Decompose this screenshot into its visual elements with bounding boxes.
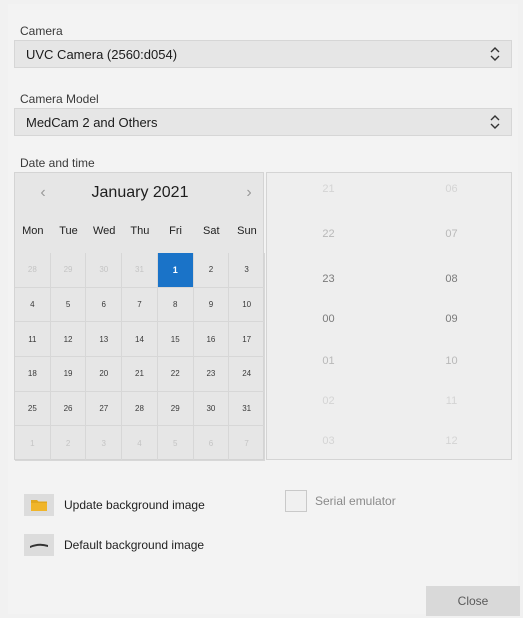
chevron-updown-icon — [490, 115, 500, 129]
default-background-label: Default background image — [64, 538, 205, 552]
hour-option[interactable]: 22 — [267, 228, 390, 240]
calendar-day[interactable]: 20 — [86, 357, 123, 392]
calendar-day[interactable]: 31 — [122, 253, 158, 288]
calendar: ‹ January 2021 › Mon Tue Wed Thu Fri Sat Sun 2… — [14, 172, 265, 461]
calendar-day[interactable]: 5 — [50, 287, 87, 323]
calendar-day[interactable]: 28 — [122, 391, 158, 427]
serial-emulator-label: Serial emulator — [315, 494, 396, 508]
hour-option[interactable]: 23 — [267, 273, 390, 285]
calendar-day[interactable]: 2 — [193, 253, 230, 288]
date-time-label: Date and time — [20, 156, 95, 170]
weekday-label: Fri — [169, 225, 182, 237]
calendar-day[interactable]: 4 — [122, 426, 158, 461]
folder-icon-box — [24, 494, 54, 516]
update-background-button[interactable]: Update background image — [24, 494, 205, 516]
calendar-day[interactable]: 6 — [86, 287, 123, 323]
image-strip-icon — [30, 543, 48, 548]
calendar-day[interactable]: 24 — [229, 357, 265, 392]
calendar-day[interactable]: 27 — [86, 391, 123, 427]
calendar-day[interactable]: 31 — [229, 391, 265, 427]
minute-option[interactable]: 08 — [390, 273, 511, 285]
calendar-day[interactable]: 16 — [193, 322, 230, 357]
calendar-day[interactable]: 29 — [157, 391, 194, 427]
calendar-header: ‹ January 2021 › — [15, 173, 265, 213]
calendar-day[interactable]: 10 — [229, 287, 265, 323]
calendar-day[interactable]: 12 — [50, 322, 87, 357]
hour-option[interactable]: 03 — [267, 435, 390, 447]
default-background-button[interactable]: Default background image — [24, 534, 204, 556]
weekday-label: Sat — [203, 225, 220, 237]
minute-column[interactable]: 06 07 08 09 10 11 12 — [390, 173, 511, 459]
day-grid: 28 29 30 31 1 2 3 4 5 6 7 8 9 10 11 12 13 14 15 16 17 18 19 20 2… — [15, 253, 265, 461]
folder-icon — [31, 500, 47, 511]
calendar-day[interactable]: 15 — [157, 322, 194, 357]
update-background-label: Update background image — [64, 498, 205, 512]
calendar-day[interactable]: 9 — [193, 287, 230, 323]
calendar-day[interactable]: 13 — [86, 322, 123, 357]
minute-option[interactable]: 07 — [390, 228, 511, 240]
image-icon-box — [24, 534, 54, 556]
calendar-day[interactable]: 30 — [86, 253, 123, 288]
chevron-left-icon: ‹ — [40, 184, 46, 201]
calendar-day[interactable]: 14 — [122, 322, 158, 357]
calendar-day[interactable]: 23 — [193, 357, 230, 392]
camera-label: Camera — [20, 24, 63, 38]
calendar-day[interactable]: 3 — [229, 253, 265, 288]
camera-model-select[interactable]: MedCam 2 and Others — [14, 108, 512, 136]
calendar-day[interactable]: 5 — [157, 426, 194, 461]
calendar-day[interactable]: 18 — [15, 357, 51, 392]
calendar-day[interactable]: 2 — [50, 426, 87, 461]
hour-option[interactable]: 21 — [267, 183, 390, 195]
calendar-day[interactable]: 4 — [15, 287, 51, 323]
camera-select[interactable]: UVC Camera (2560:d054) — [14, 40, 512, 68]
next-month-button[interactable]: › — [239, 183, 259, 203]
serial-emulator-checkbox[interactable] — [285, 490, 307, 512]
weekday-header: Mon Tue Wed Thu Fri Sat Sun — [15, 225, 265, 243]
minute-option[interactable]: 11 — [390, 395, 511, 407]
calendar-day[interactable]: 7 — [229, 426, 265, 461]
chevron-right-icon: › — [246, 184, 252, 201]
calendar-day[interactable]: 11 — [15, 322, 51, 357]
calendar-day[interactable]: 22 — [157, 357, 194, 392]
close-button[interactable]: Close — [426, 586, 520, 616]
calendar-day[interactable]: 1 — [15, 426, 51, 461]
weekday-label: Thu — [130, 225, 150, 237]
calendar-day[interactable]: 7 — [122, 287, 158, 323]
calendar-day[interactable]: 26 — [50, 391, 87, 427]
camera-select-value: UVC Camera (2560:d054) — [26, 46, 178, 62]
calendar-day[interactable]: 19 — [50, 357, 87, 392]
weekday-label: Sun — [237, 225, 257, 237]
month-title[interactable]: January 2021 — [65, 184, 215, 202]
hour-column[interactable]: 21 22 23 00 01 02 03 — [267, 173, 390, 459]
camera-model-label: Camera Model — [20, 92, 99, 106]
prev-month-button[interactable]: ‹ — [33, 183, 53, 203]
calendar-day-selected[interactable]: 1 — [157, 253, 194, 288]
chevron-updown-icon — [490, 47, 500, 61]
minute-option[interactable]: 06 — [390, 183, 511, 195]
calendar-day[interactable]: 6 — [193, 426, 230, 461]
calendar-day[interactable]: 21 — [122, 357, 158, 392]
calendar-day[interactable]: 8 — [157, 287, 194, 323]
camera-model-select-value: MedCam 2 and Others — [26, 114, 158, 130]
calendar-day[interactable]: 17 — [229, 322, 265, 357]
minute-option[interactable]: 10 — [390, 355, 511, 367]
time-picker: 21 22 23 00 01 02 03 06 07 08 09 10 11 12 — [266, 172, 512, 460]
weekday-label: Tue — [59, 225, 78, 237]
minute-option[interactable]: 09 — [390, 313, 511, 325]
weekday-label: Wed — [93, 225, 116, 237]
calendar-day[interactable]: 25 — [15, 391, 51, 427]
hour-option[interactable]: 02 — [267, 395, 390, 407]
hour-option[interactable]: 01 — [267, 355, 390, 367]
calendar-day[interactable]: 28 — [15, 253, 51, 288]
minute-option[interactable]: 12 — [390, 435, 511, 447]
hour-option[interactable]: 00 — [267, 313, 390, 325]
calendar-day[interactable]: 3 — [86, 426, 123, 461]
weekday-label: Mon — [22, 225, 44, 237]
calendar-day[interactable]: 30 — [193, 391, 230, 427]
calendar-day[interactable]: 29 — [50, 253, 87, 288]
